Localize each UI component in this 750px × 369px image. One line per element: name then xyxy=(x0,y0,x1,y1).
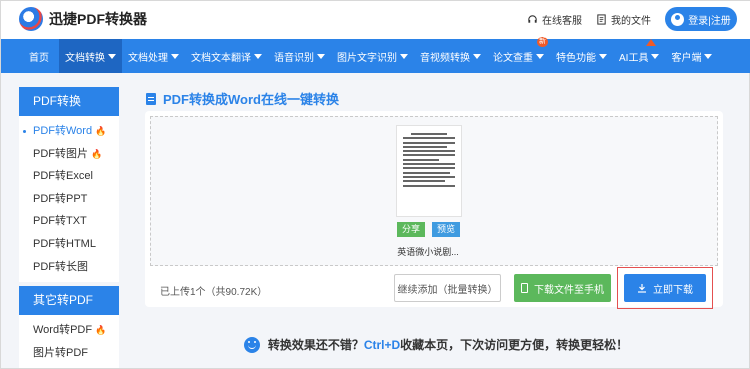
nav-item-speech[interactable]: 语音识别 xyxy=(268,39,331,73)
top-bar: 迅捷PDF转换器 在线客服 我的文件 登录|注册 xyxy=(1,1,750,39)
sidebar-item-label: PDF转HTML xyxy=(33,237,96,250)
file-thumbnail[interactable] xyxy=(396,125,462,217)
chevron-down-icon xyxy=(704,53,713,59)
sidebar-item-pdf-to-excel[interactable]: PDF转Excel xyxy=(19,165,119,188)
nav-item-label: 图片文字识别 xyxy=(337,52,397,64)
nav-item-label: 音视频转换 xyxy=(420,52,470,64)
download-to-phone-label: 下载文件至手机 xyxy=(534,284,604,296)
sidebar: PDF转换 PDF转Word 🔥 PDF转图片 🔥 PDF转Excel PDF转PP… xyxy=(19,87,119,369)
nav-item-label: 文档转换 xyxy=(65,52,105,64)
headset-icon xyxy=(528,14,537,23)
sidebar-item-pdf-to-html[interactable]: PDF转HTML xyxy=(19,233,119,256)
sidebar-list: PDF转Word 🔥 PDF转图片 🔥 PDF转Excel PDF转PPT PDF转… xyxy=(19,116,119,283)
nav-item-label: 文档处理 xyxy=(128,52,168,64)
user-icon xyxy=(671,12,685,26)
page-title-text: PDF转换成Word在线一键转换 xyxy=(163,92,339,107)
download-to-phone-button[interactable]: 下载文件至手机 xyxy=(514,274,611,302)
file-icon xyxy=(597,13,606,25)
nav-item-translate[interactable]: 文档文本翻译 xyxy=(185,39,268,73)
sidebar-item-pdf-to-word[interactable]: PDF转Word 🔥 xyxy=(19,120,119,143)
hot-marker-icon xyxy=(646,39,657,46)
sidebar-item-label: PDF转图片 xyxy=(33,147,88,160)
nav-item-client[interactable]: 客户端 xyxy=(665,39,718,73)
fire-icon: 🔥 xyxy=(95,325,107,336)
preview-button[interactable]: 预览 xyxy=(432,222,461,237)
sidebar-item-pdf-to-long-image[interactable]: PDF转长图 xyxy=(19,256,119,279)
sidebar-item-label: PDF转长图 xyxy=(33,260,88,273)
nav-item-label: AI工具 xyxy=(619,52,649,64)
fire-icon: 🔥 xyxy=(91,148,103,159)
nav-item-label: 首页 xyxy=(29,52,49,64)
sidebar-item-label: PDF转PPT xyxy=(33,192,88,205)
customer-service-link[interactable]: 在线客服 xyxy=(527,12,582,27)
document-icon xyxy=(146,92,156,105)
chevron-down-icon xyxy=(254,53,262,59)
customer-service-label: 在线客服 xyxy=(542,15,582,27)
phone-icon xyxy=(521,283,528,293)
chevron-down-icon xyxy=(536,53,544,59)
sidebar-item-pdf-to-txt[interactable]: PDF转TXT xyxy=(19,210,119,233)
nav-item-label: 文档文本翻译 xyxy=(191,52,251,64)
nav-item-ocr[interactable]: 图片文字识别 xyxy=(331,39,414,73)
bookmark-tip: 转换效果还不错？ Ctrl+D 收藏本页，下次访问更方便，转换更轻松！ xyxy=(1,336,750,353)
login-register-label: 登录|注册 xyxy=(688,15,731,27)
nav-item-doc-process[interactable]: 文档处理 xyxy=(122,39,185,73)
top-links: 在线客服 我的文件 登录|注册 xyxy=(527,7,737,31)
nav-item-features[interactable]: 特色功能 xyxy=(550,39,613,73)
smile-icon xyxy=(243,336,260,353)
my-files-link[interactable]: 我的文件 xyxy=(596,12,651,27)
logo-icon xyxy=(19,7,43,31)
my-files-label: 我的文件 xyxy=(611,15,651,27)
sidebar-item-label: PDF转TXT xyxy=(33,215,87,228)
highlight-box xyxy=(617,267,713,309)
nav-item-plagiarism[interactable]: 论文查重新 xyxy=(487,37,550,73)
nav-item-label: 客户端 xyxy=(671,52,702,64)
sidebar-section-title: PDF转换 xyxy=(19,87,119,116)
nav-item-home[interactable]: 首页 xyxy=(21,39,59,73)
upload-status: 已上传1个（共90.72K） xyxy=(160,287,268,298)
continue-add-label: 继续添加（批量转换） xyxy=(397,284,498,296)
tip-prefix: 转换效果还不错？ xyxy=(267,338,364,352)
sidebar-item-pdf-to-image[interactable]: PDF转图片 🔥 xyxy=(19,143,119,166)
tip-shortcut: Ctrl+D xyxy=(363,337,401,352)
nav-item-label: 语音识别 xyxy=(274,52,314,64)
sidebar-item-pdf-to-ppt[interactable]: PDF转PPT xyxy=(19,188,119,211)
chevron-down-icon xyxy=(108,53,116,59)
sidebar-item-label: PDF转Excel xyxy=(33,170,93,183)
chevron-down-icon xyxy=(317,53,325,59)
brand-logo[interactable]: 迅捷PDF转换器 xyxy=(19,7,147,31)
continue-add-button[interactable]: 继续添加（批量转换） xyxy=(394,274,501,302)
chevron-down-icon xyxy=(171,53,179,59)
upload-dropzone[interactable]: 分享 预览 英语微小说剧... xyxy=(150,116,718,266)
login-register-button[interactable]: 登录|注册 xyxy=(665,7,737,31)
chevron-down-icon xyxy=(473,53,481,59)
nav-item-doc-convert[interactable]: 文档转换 xyxy=(59,39,122,73)
nav-item-label: 论文查重 xyxy=(493,52,533,64)
sidebar-item-label: PDF转Word xyxy=(33,125,93,137)
sidebar-section-title: 其它转PDF xyxy=(19,286,119,316)
chevron-down-icon xyxy=(599,53,607,59)
chevron-down-icon xyxy=(651,53,660,59)
chevron-down-icon xyxy=(400,53,408,59)
share-button[interactable]: 分享 xyxy=(397,222,426,237)
nav-item-av-convert[interactable]: 音视频转换 xyxy=(414,39,487,73)
page-title: PDF转换成Word在线一键转换 xyxy=(146,89,339,108)
tip-suffix: 收藏本页，下次访问更方便，转换更轻松！ xyxy=(400,338,629,352)
main-nav: 首页 文档转换 文档处理 文档文本翻译 语音识别 图片文字识别 音视频转换 论文… xyxy=(1,37,750,73)
nav-item-label: 特色功能 xyxy=(556,52,596,64)
nav-item-ai-tools[interactable]: AI工具 xyxy=(613,39,665,73)
sidebar-item-label: Word转PDF xyxy=(33,324,93,337)
file-name: 英语微小说剧... xyxy=(397,247,459,257)
brand-name: 迅捷PDF转换器 xyxy=(49,11,147,27)
fire-icon: 🔥 xyxy=(95,126,107,136)
new-badge: 新 xyxy=(537,37,548,47)
